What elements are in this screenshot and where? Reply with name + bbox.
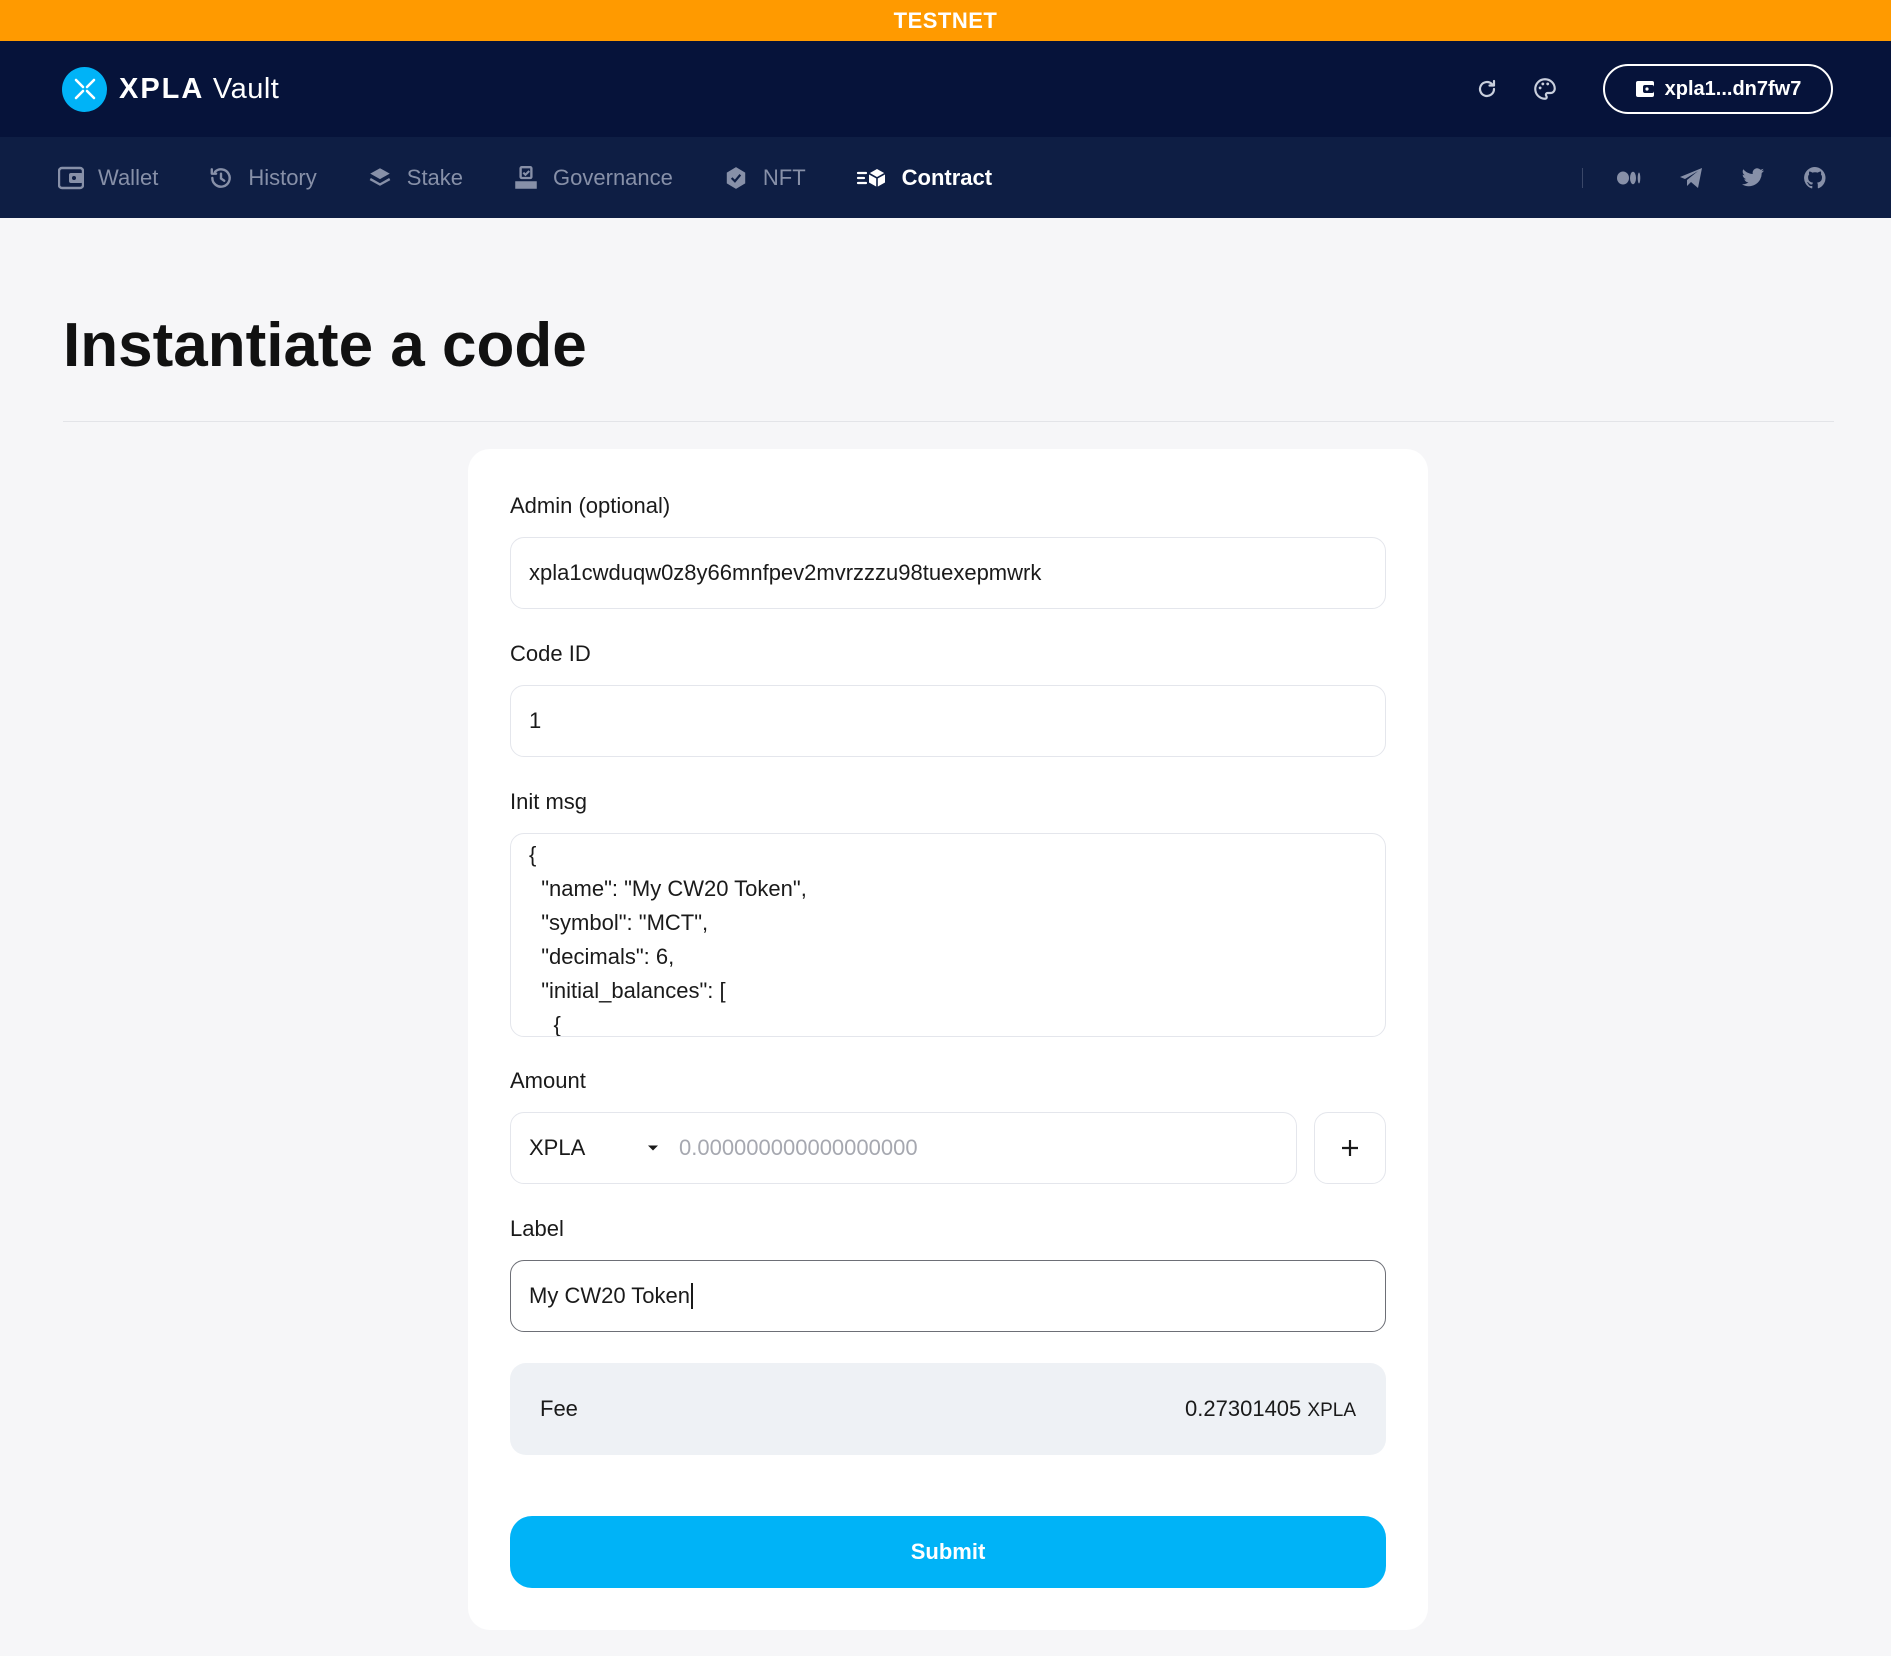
amount-input[interactable]: 0.000000000000000000: [679, 1135, 1296, 1161]
nav-item-governance[interactable]: Governance: [513, 164, 673, 192]
medium-icon[interactable]: [1613, 162, 1645, 194]
top-header: XPLA Vault xpla1...dn7fw7: [0, 41, 1891, 137]
github-icon[interactable]: [1799, 162, 1831, 194]
testnet-label: TESTNET: [893, 7, 998, 33]
nav-item-nft[interactable]: NFT: [723, 165, 806, 191]
nav-label: History: [248, 164, 317, 190]
wallet-connect-button[interactable]: xpla1...dn7fw7: [1603, 64, 1833, 114]
denom-value: XPLA: [529, 1135, 586, 1160]
nav-item-contract[interactable]: Contract: [856, 165, 992, 191]
wallet-icon: [1635, 81, 1654, 97]
init-msg-label: Init msg: [510, 789, 588, 814]
code-id-input[interactable]: 1: [510, 685, 1386, 757]
label-value: My CW20 Token: [529, 1283, 690, 1308]
nav-divider: [1582, 167, 1583, 188]
nav-label: Wallet: [98, 164, 159, 190]
nav-label: NFT: [762, 164, 806, 190]
logo-text: XPLA Vault: [119, 73, 279, 106]
xpla-logo-icon: [62, 66, 107, 112]
wallet-icon: [58, 166, 84, 189]
instantiate-form-card: Admin (optional) xpla1cwduqw0z8y66mnfpev…: [468, 449, 1428, 1630]
header-actions: xpla1...dn7fw7: [1473, 64, 1833, 114]
nav-item-stake[interactable]: Stake: [367, 165, 463, 191]
fee-amount: 0.27301405: [1185, 1396, 1302, 1421]
amount-field: XPLA 0.000000000000000000: [510, 1112, 1297, 1184]
add-coin-button[interactable]: [1314, 1112, 1386, 1184]
admin-label: Admin (optional): [510, 493, 671, 518]
app-logo[interactable]: XPLA Vault: [62, 66, 279, 112]
title-divider: [63, 421, 1834, 422]
testnet-banner: TESTNET: [0, 0, 1891, 41]
wallet-address: xpla1...dn7fw7: [1664, 77, 1802, 100]
nav-label: Governance: [553, 164, 673, 190]
submit-button[interactable]: Submit: [510, 1516, 1386, 1588]
init-msg-textarea[interactable]: { "name": "My CW20 Token", "symbol": "MC…: [510, 833, 1386, 1037]
fee-unit: XPLA: [1307, 1400, 1356, 1421]
contract-icon: [856, 168, 886, 187]
amount-label: Amount: [510, 1068, 586, 1093]
fee-value: 0.27301405 XPLA: [1185, 1396, 1356, 1422]
twitter-icon[interactable]: [1737, 162, 1769, 194]
telegram-icon[interactable]: [1675, 162, 1707, 194]
main-nav: Wallet History Stake Governance NFT Cont…: [0, 137, 1891, 218]
refresh-icon[interactable]: [1473, 75, 1501, 103]
admin-input[interactable]: xpla1cwduqw0z8y66mnfpev2mvrzzzu98tuexepm…: [510, 537, 1386, 609]
nav-item-history[interactable]: History: [208, 164, 317, 191]
text-caret: [690, 1283, 693, 1309]
logo-brand: XPLA: [119, 72, 205, 105]
nft-icon: [726, 166, 746, 189]
nav-label: Contract: [901, 164, 993, 190]
nav-label: Stake: [406, 164, 464, 190]
label-input[interactable]: My CW20 Token: [510, 1260, 1386, 1332]
fee-box: Fee 0.27301405 XPLA: [510, 1363, 1386, 1455]
code-id-label: Code ID: [510, 641, 591, 666]
caret-down-icon: [648, 1145, 658, 1151]
logo-suffix: Vault: [212, 72, 280, 105]
code-id-value: 1: [529, 708, 542, 733]
label-label: Label: [510, 1216, 564, 1241]
palette-icon[interactable]: [1531, 75, 1559, 103]
nav-item-wallet[interactable]: Wallet: [58, 165, 158, 191]
stake-icon: [369, 167, 391, 186]
plus-icon: [1342, 1140, 1358, 1156]
admin-value: xpla1cwduqw0z8y66mnfpev2mvrzzzu98tuexepm…: [529, 560, 1042, 585]
history-icon: [210, 167, 232, 188]
fee-label: Fee: [540, 1396, 578, 1421]
denom-select[interactable]: XPLA: [511, 1135, 679, 1161]
page-title: Instantiate a code: [63, 311, 587, 380]
governance-icon: [515, 165, 537, 189]
